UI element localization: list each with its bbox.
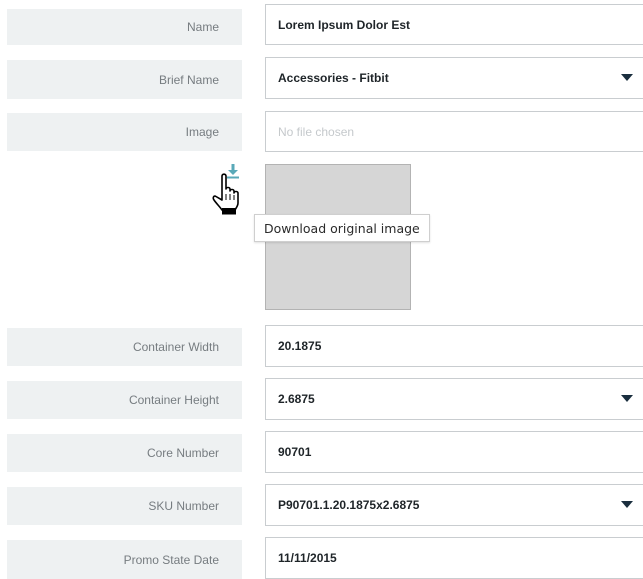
container-width-label: Container Width — [7, 328, 242, 366]
sku-number-select[interactable]: P90701.1.20.1875x2.6875 — [265, 484, 643, 526]
chevron-down-icon — [621, 74, 633, 81]
container-height-value: 2.6875 — [278, 392, 315, 406]
promo-state-date-input[interactable]: 11/11/2015 — [265, 537, 643, 579]
container-height-label: Container Height — [7, 381, 242, 419]
promo-state-date-label: Promo State Date — [7, 540, 242, 579]
chevron-down-icon — [621, 395, 633, 402]
download-tooltip: Download original image — [254, 214, 430, 242]
sku-number-label: SKU Number — [7, 487, 242, 525]
name-label: Name — [7, 9, 242, 45]
core-number-label: Core Number — [7, 434, 242, 472]
sku-number-value: P90701.1.20.1875x2.6875 — [278, 498, 420, 512]
hand-pointer-icon — [212, 173, 239, 215]
brief-name-value: Accessories - Fitbit — [278, 71, 389, 85]
name-input[interactable]: Lorem Ipsum Dolor Est — [265, 4, 643, 45]
container-height-select[interactable]: 2.6875 — [265, 378, 643, 420]
core-number-input[interactable]: 90701 — [265, 431, 643, 473]
image-label: Image — [7, 113, 242, 151]
brief-name-select[interactable]: Accessories - Fitbit — [265, 57, 643, 99]
image-file-input[interactable]: No file chosen — [265, 111, 643, 152]
chevron-down-icon — [621, 501, 633, 508]
container-width-input[interactable]: 20.1875 — [265, 325, 643, 367]
brief-name-label: Brief Name — [7, 60, 242, 99]
